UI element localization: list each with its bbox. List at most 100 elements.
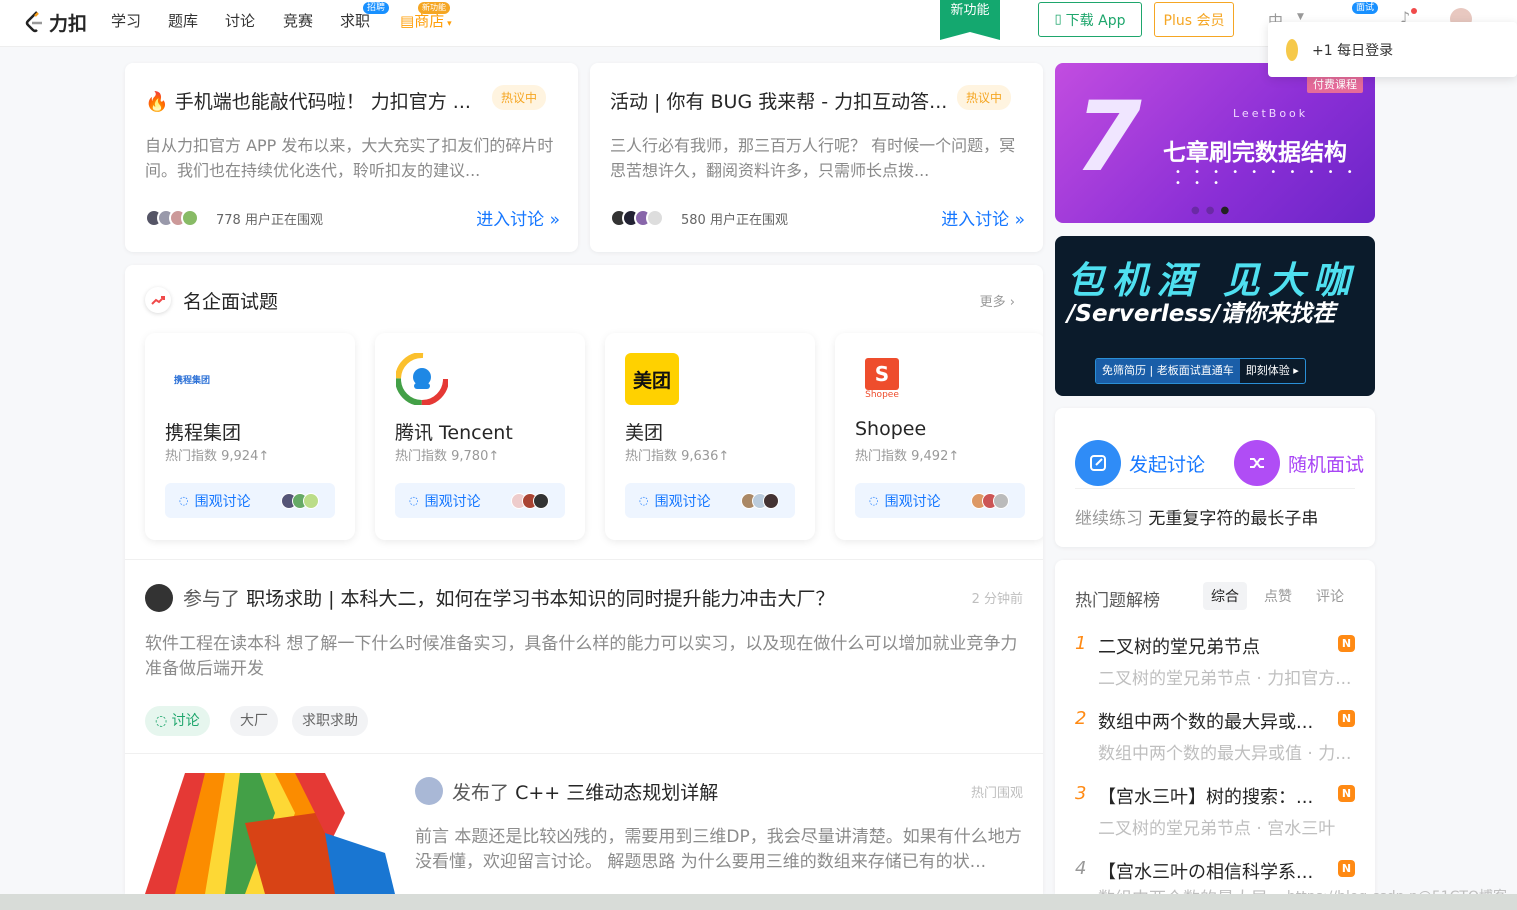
- nav-discuss[interactable]: 讨论: [225, 10, 255, 32]
- serverless-banner[interactable]: 包机酒 见大咖 /Serverless/请你来找茬 免筛简历 | 老板面试直通车…: [1055, 236, 1375, 396]
- tencent-logo: [395, 353, 449, 405]
- company-card[interactable]: 美团 美团 热门指数 9,636↑ ◌ 围观讨论: [605, 333, 815, 540]
- nav-contest[interactable]: 竞赛: [283, 10, 313, 32]
- avatar[interactable]: [415, 777, 443, 805]
- feed-heading: 发布了 C++ 三维动态规划详解: [452, 778, 718, 805]
- tag-label: 讨论: [171, 713, 200, 729]
- feed-body: 前言 本题还是比较凶残的，需要用到三维DP，我会尽量讲清楚。如果有什么地方没看懂…: [415, 827, 1022, 872]
- continue-label: 继续练习: [1075, 509, 1143, 529]
- cover-image[interactable]: [145, 773, 395, 894]
- notification-dot: [1411, 8, 1417, 14]
- watch-discussion-label: 围观讨论: [194, 493, 251, 510]
- banner-dots: • • • • • • • • • • • • •: [1175, 167, 1358, 189]
- topic-title-text: 手机端也能敲代码啦！ 力扣官方 ...: [174, 91, 471, 113]
- watcher-avatars: [145, 209, 199, 227]
- download-app-button[interactable]: ▯ 下载 App: [1038, 2, 1142, 37]
- topic-body: 三人行必有我师，那三百万人行呢？ 有时候一个问题，冥思苦想许久，翻阅资料许多，只…: [610, 136, 1016, 180]
- avatar[interactable]: [145, 584, 173, 612]
- feed-action: 发布了: [452, 782, 510, 804]
- avatar: [303, 492, 319, 509]
- watch-discussion-button[interactable]: ◌ 围观讨论: [855, 483, 1025, 518]
- shopee-logo-text: Shopee: [865, 390, 899, 400]
- hot-item-title: 【宫水三叶】树的搜索：...: [1098, 787, 1314, 808]
- divider: [125, 753, 1043, 754]
- hot-item-title: 数组中两个数的最大异或...: [1098, 712, 1314, 733]
- watch-discussion-button[interactable]: ◌ 围观讨论: [625, 483, 795, 518]
- more-label: 更多: [979, 295, 1006, 310]
- company-name: 携程集团: [165, 422, 242, 444]
- tab-likes[interactable]: 点赞: [1264, 586, 1292, 606]
- hot-item-title: 二叉树的堂兄弟节点: [1098, 637, 1260, 658]
- hot-topic-card[interactable]: 🔥 手机端也能敲代码啦！ 力扣官方 ... 热议中 自从力扣官方 APP 发布以…: [125, 63, 578, 252]
- phone-icon: ▯: [1054, 12, 1062, 27]
- hot-solutions-card: 热门题解榜 综合 点赞 评论 1 二叉树的堂兄弟节点 N 二叉树的堂兄弟节点 ·…: [1055, 560, 1375, 894]
- tab-overall[interactable]: 综合: [1203, 582, 1247, 610]
- banner-cta-right: 即刻体验 ▸: [1245, 364, 1299, 377]
- company-card[interactable]: 腾讯 Tencent 热门指数 9,780↑ ◌ 围观讨论: [375, 333, 585, 540]
- shop-badge: 新功能: [418, 2, 450, 14]
- avatar: [533, 492, 549, 509]
- taskbar: [0, 894, 1517, 910]
- company-name: Shopee: [855, 418, 927, 440]
- hot-rank: 2: [1075, 708, 1087, 729]
- nav-problems[interactable]: 题库: [168, 10, 198, 32]
- feed-title[interactable]: C++ 三维动态规划详解: [515, 782, 718, 804]
- feed-title[interactable]: 职场求助 | 本科大二，如何在学习书本知识的同时提升能力冲击大厂？: [246, 588, 834, 610]
- hot-topic-card[interactable]: 活动 | 你有 BUG 我来帮 - 力扣互动答... 热议中 三人行必有我师，那…: [590, 63, 1043, 252]
- divider: [125, 559, 1043, 560]
- paid-course-label: 付费课程: [1307, 75, 1363, 93]
- watch-discussion-button[interactable]: ◌ 围观讨论: [165, 483, 335, 518]
- banner-cta[interactable]: 免筛简历 | 老板面试直通车 即刻体验 ▸: [1095, 358, 1306, 384]
- new-badge: N: [1338, 635, 1355, 652]
- company-card[interactable]: 携程集团 携程集团 热门指数 9,924↑ ◌ 围观讨论: [145, 333, 355, 540]
- chevron-down-icon: ▾: [444, 19, 452, 29]
- edit-icon: [1075, 440, 1121, 486]
- tab-comments[interactable]: 评论: [1316, 586, 1344, 606]
- enter-discussion-link[interactable]: 进入讨论 »: [476, 205, 560, 230]
- enter-discussion-link[interactable]: 进入讨论 »: [941, 205, 1025, 230]
- shopee-bag-icon: S: [865, 358, 899, 390]
- company-name: 腾讯 Tencent: [395, 422, 513, 444]
- continue-practice[interactable]: 继续练习 无重复字符的最长子串: [1075, 504, 1318, 529]
- hot-solutions-title: 热门题解榜: [1075, 591, 1160, 611]
- avatar: [646, 209, 664, 227]
- hot-item-title: 【宫水三叶の相信科学系...: [1098, 862, 1314, 883]
- continue-problem: 无重复字符的最长子串: [1148, 509, 1319, 529]
- main-feed: 名企面试题 更多 › 携程集团 携程集团 热门指数 9,924↑ ◌ 围观讨论 腾…: [125, 265, 1043, 894]
- new-feature-ribbon[interactable]: 新功能: [940, 0, 1000, 40]
- hot-index: 热门指数 9,492↑: [855, 449, 960, 464]
- carousel-dots[interactable]: ●●●: [1191, 205, 1235, 216]
- tag-job-help[interactable]: 求职求助: [292, 706, 368, 736]
- company-card[interactable]: S Shopee Shopee 热门指数 9,492↑ ◌ 围观讨论: [835, 333, 1043, 540]
- avatar: [181, 209, 199, 227]
- shop-icon: ▤: [400, 12, 415, 30]
- hot-rank: 4: [1075, 858, 1087, 879]
- banner-cta-left: 免筛简历 | 老板面试直通车: [1096, 359, 1240, 383]
- hot-item-subtitle: 数组中两个数的最大异...: [1098, 884, 1284, 894]
- tag-discuss[interactable]: ◌ 讨论: [145, 706, 210, 736]
- plus-member-button[interactable]: Plus 会员: [1154, 2, 1234, 37]
- tag-big-company[interactable]: 大厂: [230, 706, 278, 736]
- random-interview-label: 随机面试: [1288, 453, 1365, 476]
- random-interview-button[interactable]: 随机面试: [1234, 440, 1364, 486]
- divider: [1075, 488, 1355, 489]
- new-badge: N: [1338, 710, 1355, 727]
- logo-text: 力扣: [49, 12, 88, 35]
- logo[interactable]: 力扣: [24, 8, 87, 36]
- start-discussion-button[interactable]: 发起讨论: [1075, 440, 1205, 486]
- hot-item-subtitle: 数组中两个数的最大异或值 · 力...: [1098, 744, 1352, 764]
- watch-discussion-button[interactable]: ◌ 围观讨论: [395, 483, 565, 518]
- shuffle-icon: [1234, 440, 1280, 486]
- nav-shop-label: 商店: [414, 12, 445, 30]
- hot-index: 热门指数 9,780↑: [395, 449, 500, 464]
- feed-time: 2 分钟前: [971, 592, 1023, 607]
- leetbook-banner[interactable]: 付费课程 7 LeetBook 七章刷完数据结构 • • • • • • • •…: [1055, 63, 1375, 223]
- chat-icon: ◌: [409, 494, 419, 507]
- banner-subtitle: /Serverless/请你来找茬: [1067, 301, 1336, 327]
- more-link[interactable]: 更多 ›: [980, 291, 1015, 310]
- job-badge: 招聘: [363, 2, 390, 14]
- hot-tag: 热议中: [957, 85, 1012, 110]
- nav-learn[interactable]: 学习: [111, 10, 141, 32]
- hot-item-subtitle: 二叉树的堂兄弟节点 · 力扣官方...: [1098, 669, 1352, 689]
- start-discussion-label: 发起讨论: [1129, 453, 1206, 476]
